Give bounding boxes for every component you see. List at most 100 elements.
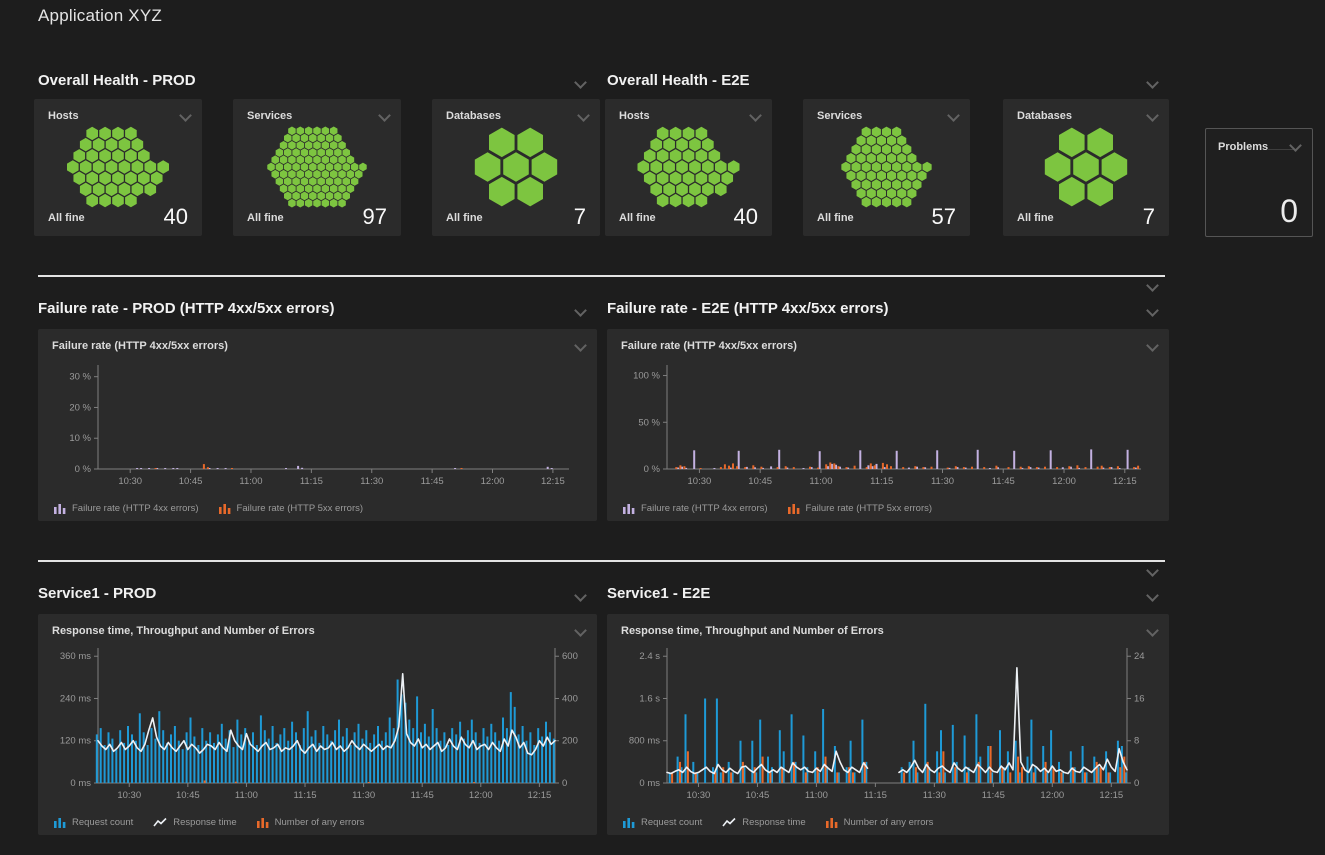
bar-chart-icon (257, 817, 270, 828)
legend-item: Failure rate (HTTP 5xx errors) (219, 503, 364, 514)
bar-chart-icon (623, 503, 636, 514)
legend-item: Number of any errors (826, 817, 934, 828)
trend-dash (1268, 149, 1294, 150)
svg-text:10:45: 10:45 (748, 476, 772, 487)
svg-text:11:45: 11:45 (992, 476, 1015, 487)
svg-text:0 ms: 0 ms (70, 778, 91, 789)
svg-text:12:15: 12:15 (527, 790, 551, 801)
chevron-down-icon[interactable] (1146, 76, 1159, 89)
chevron-down-icon[interactable] (574, 304, 587, 317)
chevron-down-icon[interactable] (179, 109, 192, 122)
service1-e2e-chart[interactable]: 0 ms800 ms1.6 s2.4 s08162410:3010:4511:0… (621, 644, 1155, 806)
service1-prod-tile[interactable]: Response time, Throughput and Number of … (38, 614, 597, 835)
legend-item: Number of any errors (257, 817, 365, 828)
chevron-down-icon[interactable] (574, 76, 587, 89)
section-title-service-e2e: Service1 - E2E (607, 585, 710, 602)
health-tile-services-prod[interactable]: Services All fine 97 (233, 99, 401, 236)
tile-title: Hosts (48, 110, 79, 122)
section-divider (38, 560, 1165, 562)
problems-count: 0 (1280, 193, 1298, 230)
chevron-down-icon[interactable] (378, 109, 391, 122)
line-chart-icon (153, 817, 168, 828)
legend-item: Request count (54, 817, 133, 828)
chevron-down-icon[interactable] (749, 109, 762, 122)
svg-text:11:15: 11:15 (864, 790, 887, 801)
legend-item: Failure rate (HTTP 4xx errors) (623, 503, 768, 514)
status-label: All fine (1017, 212, 1054, 224)
chevron-down-icon[interactable] (1146, 589, 1159, 602)
failure-rate-prod-tile[interactable]: Failure rate (HTTP 4xx/5xx errors) 0 %10… (38, 329, 597, 521)
svg-text:11:30: 11:30 (360, 476, 383, 487)
chevron-down-icon[interactable] (1146, 304, 1159, 317)
health-tile-services-e2e[interactable]: Services All fine 57 (803, 99, 970, 236)
chevron-down-icon[interactable] (574, 589, 587, 602)
chevron-down-icon[interactable] (947, 109, 960, 122)
svg-text:400: 400 (562, 693, 578, 704)
svg-text:16: 16 (1134, 693, 1145, 704)
chart-legend: Request count Response time Number of an… (623, 817, 933, 828)
svg-text:12:00: 12:00 (481, 476, 505, 487)
failure-rate-prod-chart[interactable]: 0 %10 %20 %30 %10:3010:4511:0011:1511:30… (52, 359, 583, 495)
svg-text:11:00: 11:00 (805, 790, 828, 801)
section-title-failure-e2e: Failure rate - E2E (HTTP 4xx/5xx errors) (607, 300, 889, 317)
chart-legend: Failure rate (HTTP 4xx errors) Failure r… (623, 503, 932, 514)
chevron-down-icon[interactable] (1146, 564, 1159, 577)
svg-text:0 ms: 0 ms (639, 778, 660, 789)
section-divider (38, 275, 1165, 277)
svg-text:11:30: 11:30 (923, 790, 946, 801)
line-chart-icon (722, 817, 737, 828)
status-label: All fine (446, 212, 483, 224)
svg-text:11:45: 11:45 (421, 476, 444, 487)
legend-label: Failure rate (HTTP 5xx errors) (806, 503, 933, 514)
svg-text:120 ms: 120 ms (60, 736, 91, 747)
bar-chart-icon (623, 817, 636, 828)
honeycomb-healthy (605, 125, 772, 209)
health-tile-hosts-prod[interactable]: Hosts All fine 40 (34, 99, 202, 236)
chevron-down-icon[interactable] (1146, 279, 1159, 292)
svg-text:20 %: 20 % (69, 402, 91, 413)
svg-text:12:00: 12:00 (469, 790, 493, 801)
legend-item: Request count (623, 817, 702, 828)
chart-title: Failure rate (HTTP 4xx/5xx errors) (52, 340, 228, 352)
svg-text:0: 0 (562, 778, 567, 789)
health-tile-databases-e2e[interactable]: Databases All fine 7 (1003, 99, 1169, 236)
dashboard: Application XYZ Overall Health - PROD Ov… (0, 0, 1325, 855)
svg-text:11:00: 11:00 (239, 476, 262, 487)
svg-text:11:00: 11:00 (235, 790, 258, 801)
chevron-down-icon[interactable] (1146, 624, 1159, 637)
bar-chart-icon (788, 503, 801, 514)
chevron-down-icon[interactable] (1146, 109, 1159, 122)
legend-label: Failure rate (HTTP 5xx errors) (237, 503, 364, 514)
legend-label: Failure rate (HTTP 4xx errors) (641, 503, 768, 514)
service1-prod-chart[interactable]: 0 ms120 ms240 ms360 ms020040060010:3010:… (52, 644, 583, 806)
svg-text:200: 200 (562, 736, 578, 747)
svg-text:11:15: 11:15 (300, 476, 323, 487)
health-tile-databases-prod[interactable]: Databases All fine 7 (432, 99, 600, 236)
svg-text:10 %: 10 % (69, 433, 91, 444)
legend-item: Response time (153, 817, 236, 828)
bar-chart-icon (54, 503, 67, 514)
chevron-down-icon[interactable] (577, 109, 590, 122)
status-label: All fine (247, 212, 284, 224)
chevron-down-icon[interactable] (574, 339, 587, 352)
page-title: Application XYZ (38, 6, 162, 26)
honeycomb-healthy (1003, 125, 1169, 209)
chevron-down-icon[interactable] (1146, 339, 1159, 352)
svg-text:11:30: 11:30 (931, 476, 954, 487)
svg-text:11:30: 11:30 (352, 790, 375, 801)
svg-text:12:15: 12:15 (1113, 476, 1137, 487)
honeycomb-healthy (233, 125, 401, 209)
failure-rate-e2e-tile[interactable]: Failure rate (HTTP 4xx/5xx errors) 0 %50… (607, 329, 1169, 521)
entity-count: 57 (932, 204, 956, 230)
failure-rate-e2e-chart[interactable]: 0 %50 %100 %10:3010:4511:0011:1511:3011:… (621, 359, 1155, 495)
svg-text:12:00: 12:00 (1040, 790, 1064, 801)
entity-count: 7 (1143, 204, 1155, 230)
problems-tile[interactable]: Problems 0 (1205, 128, 1313, 237)
status-label: All fine (817, 212, 854, 224)
svg-text:11:45: 11:45 (411, 790, 434, 801)
service1-e2e-tile[interactable]: Response time, Throughput and Number of … (607, 614, 1169, 835)
svg-text:0: 0 (1134, 778, 1139, 789)
section-title-failure-prod: Failure rate - PROD (HTTP 4xx/5xx errors… (38, 300, 335, 317)
health-tile-hosts-e2e[interactable]: Hosts All fine 40 (605, 99, 772, 236)
chevron-down-icon[interactable] (574, 624, 587, 637)
